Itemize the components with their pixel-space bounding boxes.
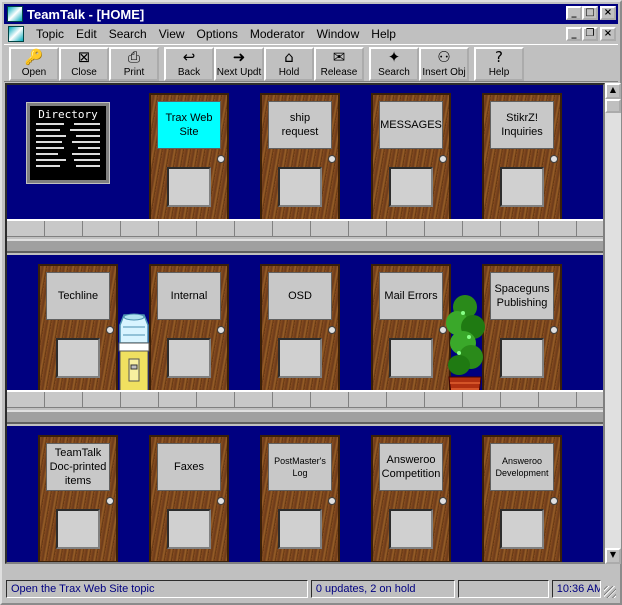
door-messages[interactable]: MESSAGES	[371, 93, 451, 221]
help-icon: ?	[495, 48, 503, 66]
door-label: Answeroo Competition	[379, 443, 443, 491]
help-button[interactable]: ? Help	[474, 47, 524, 81]
close-window-button[interactable]: ×	[600, 6, 616, 20]
maximize-button[interactable]: □	[582, 6, 598, 20]
open-icon: 🔑	[24, 48, 44, 66]
menu-bar: Topic Edit Search View Options Moderator…	[4, 24, 618, 44]
app-icon[interactable]	[7, 6, 23, 22]
door-spaceguns-publishing[interactable]: Spaceguns Publishing	[482, 264, 562, 392]
door-stikrz-inquiries[interactable]: StikrZ! Inquiries	[482, 93, 562, 221]
door-label: MESSAGES	[379, 101, 443, 149]
document-icon[interactable]	[8, 26, 24, 42]
printer-icon: ⎙	[127, 48, 140, 66]
search-icon: ✦	[387, 48, 401, 66]
resize-grip-icon[interactable]	[604, 586, 616, 598]
door-osd[interactable]: OSD	[260, 264, 340, 392]
insert-object-button[interactable]: ⚇ Insert Obj	[419, 47, 469, 81]
door-label: Mail Errors	[379, 272, 443, 320]
door-knob	[106, 497, 114, 505]
release-icon: ✉	[332, 48, 346, 66]
door-knob	[106, 326, 114, 334]
doc-restore-button[interactable]: ❐	[582, 27, 598, 41]
menu-search[interactable]: Search	[103, 27, 153, 41]
menu-moderator[interactable]: Moderator	[244, 27, 311, 41]
menu-topic[interactable]: Topic	[30, 27, 70, 41]
next-update-button[interactable]: ➜ Next Updt	[214, 47, 264, 81]
door-trax-web-site[interactable]: Trax Web Site	[149, 93, 229, 221]
door-label: TeamTalk Doc-printed items	[46, 443, 110, 491]
print-button[interactable]: ⎙ Print	[109, 47, 159, 81]
door-postmasters-log[interactable]: PostMaster's Log	[260, 435, 340, 562]
door-ship-request[interactable]: ship request	[260, 93, 340, 221]
door-knob	[439, 497, 447, 505]
door-label: Faxes	[157, 443, 221, 491]
door-knob	[217, 497, 225, 505]
doc-close-button[interactable]: ×	[600, 27, 616, 41]
directory-title: Directory	[38, 108, 98, 121]
door-teamtalk-doc-printed-items[interactable]: TeamTalk Doc-printed items	[38, 435, 118, 562]
vertical-scrollbar[interactable]: ▲ ▼	[605, 83, 621, 564]
door-label: StikrZ! Inquiries	[490, 101, 554, 149]
door-answeroo-development[interactable]: Answeroo Development	[482, 435, 562, 562]
teamtalk-window: TeamTalk - [HOME] _ □ × Topic Edit Searc…	[0, 0, 622, 605]
hold-button[interactable]: ⌂ Hold	[264, 47, 314, 81]
door-knob	[550, 155, 558, 163]
door-label: Answeroo Development	[490, 443, 554, 491]
search-button[interactable]: ✦ Search	[369, 47, 419, 81]
water-cooler-icon[interactable]	[115, 313, 153, 401]
menu-window[interactable]: Window	[311, 27, 366, 41]
directory-board[interactable]: Directory	[26, 102, 110, 184]
door-knob	[550, 497, 558, 505]
door-knob	[439, 155, 447, 163]
scroll-down-button[interactable]: ▼	[605, 548, 621, 564]
door-mail-errors[interactable]: Mail Errors	[371, 264, 451, 392]
door-knob	[328, 326, 336, 334]
shelf-1	[7, 219, 603, 255]
toolbar: 🔑 Open ⊠ Close ⎙ Print ↩ Back ➜ Next Updt ⌂ Ho…	[4, 44, 618, 82]
door-knob	[217, 326, 225, 334]
open-button[interactable]: 🔑 Open	[9, 47, 59, 81]
door-internal[interactable]: Internal	[149, 264, 229, 392]
insert-object-icon: ⚇	[437, 48, 451, 66]
home-room-canvas: Directory Trax Web Site ship request MES…	[5, 83, 605, 564]
door-faxes[interactable]: Faxes	[149, 435, 229, 562]
menu-options[interactable]: Options	[191, 27, 244, 41]
menu-edit[interactable]: Edit	[70, 27, 103, 41]
minimize-button[interactable]: _	[566, 6, 582, 20]
menu-help[interactable]: Help	[365, 27, 402, 41]
status-message: Open the Trax Web Site topic	[6, 580, 308, 598]
release-button[interactable]: ✉ Release	[314, 47, 364, 81]
status-empty-pane	[457, 580, 549, 598]
status-bar: Open the Trax Web Site topic 0 updates, …	[4, 578, 618, 600]
door-knob	[550, 326, 558, 334]
door-label: Spaceguns Publishing	[490, 272, 554, 320]
door-label: Trax Web Site	[157, 101, 221, 149]
window-title: TeamTalk - [HOME]	[27, 6, 145, 22]
next-update-icon: ➜	[232, 48, 246, 66]
door-label: OSD	[268, 272, 332, 320]
back-button[interactable]: ↩ Back	[164, 47, 214, 81]
door-techline[interactable]: Techline	[38, 264, 118, 392]
door-label: ship request	[268, 101, 332, 149]
door-label: PostMaster's Log	[268, 443, 332, 491]
potted-plant-icon	[446, 295, 485, 404]
hold-icon: ⌂	[284, 48, 294, 66]
close-door-icon: ⊠	[77, 48, 91, 66]
door-label: Techline	[46, 272, 110, 320]
status-time: 10:36 AM	[551, 580, 602, 598]
status-updates: 0 updates, 2 on hold	[310, 580, 455, 598]
scroll-up-button[interactable]: ▲	[605, 83, 621, 99]
scroll-thumb[interactable]	[605, 99, 621, 113]
door-knob	[328, 497, 336, 505]
shelf-2	[7, 390, 603, 426]
door-knob	[217, 155, 225, 163]
doc-minimize-button[interactable]: _	[566, 27, 582, 41]
menu-view[interactable]: View	[153, 27, 191, 41]
door-knob	[328, 155, 336, 163]
close-button[interactable]: ⊠ Close	[59, 47, 109, 81]
door-label: Internal	[157, 272, 221, 320]
back-arrow-icon: ↩	[182, 48, 196, 66]
title-bar[interactable]: TeamTalk - [HOME] _ □ ×	[4, 4, 618, 24]
door-answeroo-competition[interactable]: Answeroo Competition	[371, 435, 451, 562]
